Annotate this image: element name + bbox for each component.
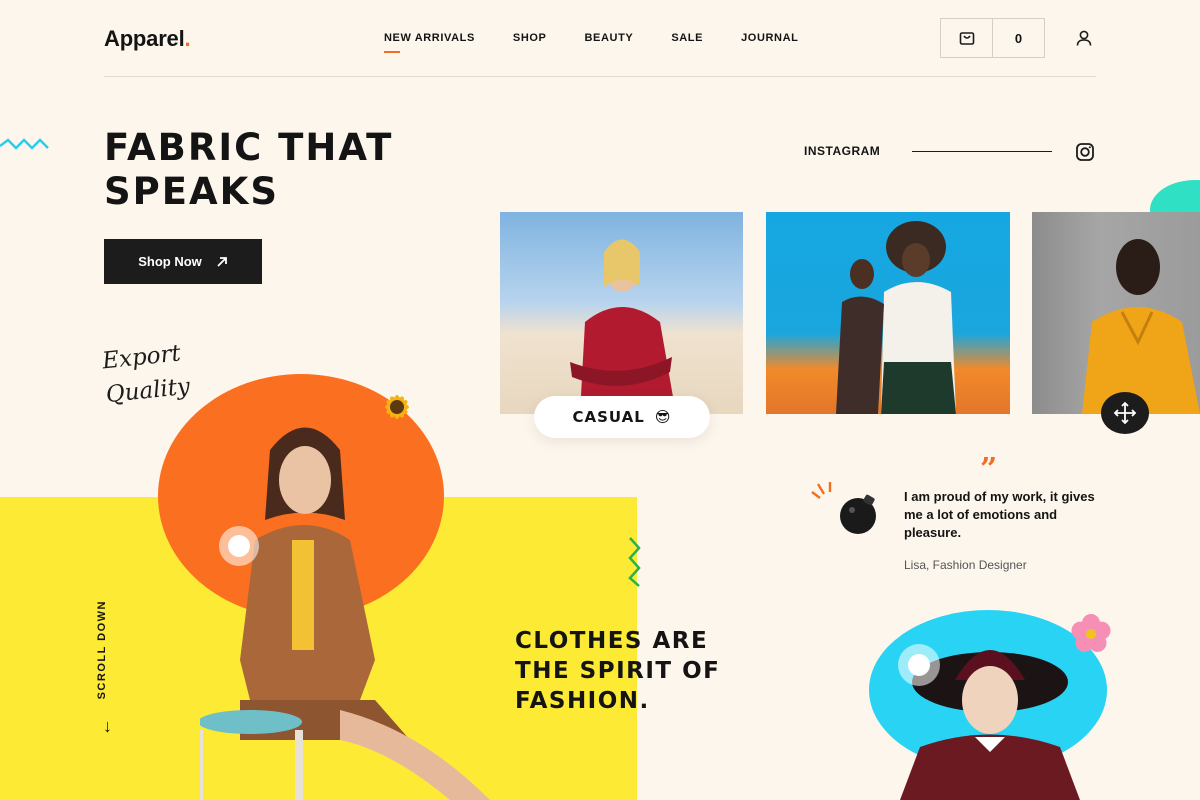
nav-item-new-arrivals[interactable]: NEW ARRIVALS — [384, 32, 475, 53]
instagram-label[interactable]: INSTAGRAM — [804, 144, 880, 158]
fashion-tagline: CLOTHES ARE THE SPIRIT OF FASHION. — [515, 628, 721, 714]
quote-mark-icon: ” — [980, 452, 998, 487]
instagram-icon[interactable] — [1075, 142, 1095, 162]
pink-flower-icon — [1071, 614, 1111, 652]
casual-label: CASUAL — [572, 408, 645, 426]
testimonial-text: I am proud of my work, it gives me a lot… — [904, 489, 1095, 540]
hotspot-marker[interactable] — [219, 526, 259, 566]
nav-item-shop[interactable]: SHOP — [513, 32, 547, 44]
cart-count: 0 — [992, 19, 1044, 57]
main-nav: NEW ARRIVALS SHOP BEAUTY SALE JOURNAL — [384, 32, 798, 53]
model-image-brown-jacket — [200, 427, 490, 800]
nav-item-sale[interactable]: SALE — [671, 32, 703, 44]
move-arrows-button[interactable] — [1101, 392, 1149, 434]
header-divider — [104, 76, 1096, 77]
shop-now-button[interactable]: Shop Now — [104, 239, 262, 284]
instagram-photo-couple[interactable] — [766, 212, 1010, 414]
instagram-divider — [912, 151, 1052, 152]
casual-category-tag[interactable]: CASUAL 😎 — [534, 396, 710, 438]
cart-button[interactable]: 0 — [940, 18, 1045, 58]
instagram-photo-yellow-jacket[interactable] — [1032, 212, 1200, 414]
bomb-icon — [811, 482, 876, 534]
nav-item-beauty[interactable]: BEAUTY — [585, 32, 634, 44]
green-zigzag-decoration — [628, 537, 641, 587]
scroll-down-label[interactable]: SCROLL DOWN — [96, 600, 108, 699]
shopping-bag-icon[interactable] — [941, 19, 992, 57]
instagram-photo-red-dress[interactable] — [500, 212, 743, 414]
testimonial-author: Lisa, Fashion Designer — [904, 558, 1027, 572]
nav-item-journal[interactable]: JOURNAL — [741, 32, 798, 44]
brand-logo[interactable]: Apparel. — [104, 26, 191, 52]
user-icon[interactable] — [1075, 29, 1093, 47]
sunglasses-emoji-icon: 😎 — [654, 408, 672, 426]
arrow-down-icon[interactable]: ↓ — [103, 716, 119, 736]
brand-name: Apparel — [104, 26, 185, 51]
export-quality-script: Export Quality — [101, 340, 192, 409]
shop-now-label: Shop Now — [138, 254, 202, 269]
hotspot-marker-2[interactable] — [898, 644, 940, 686]
hero-title: FABRIC THAT SPEAKS — [104, 126, 394, 213]
zigzag-decoration — [0, 138, 49, 150]
brand-dot: . — [184, 26, 191, 51]
arrow-up-right-icon — [217, 256, 227, 267]
move-icon — [1113, 401, 1137, 425]
